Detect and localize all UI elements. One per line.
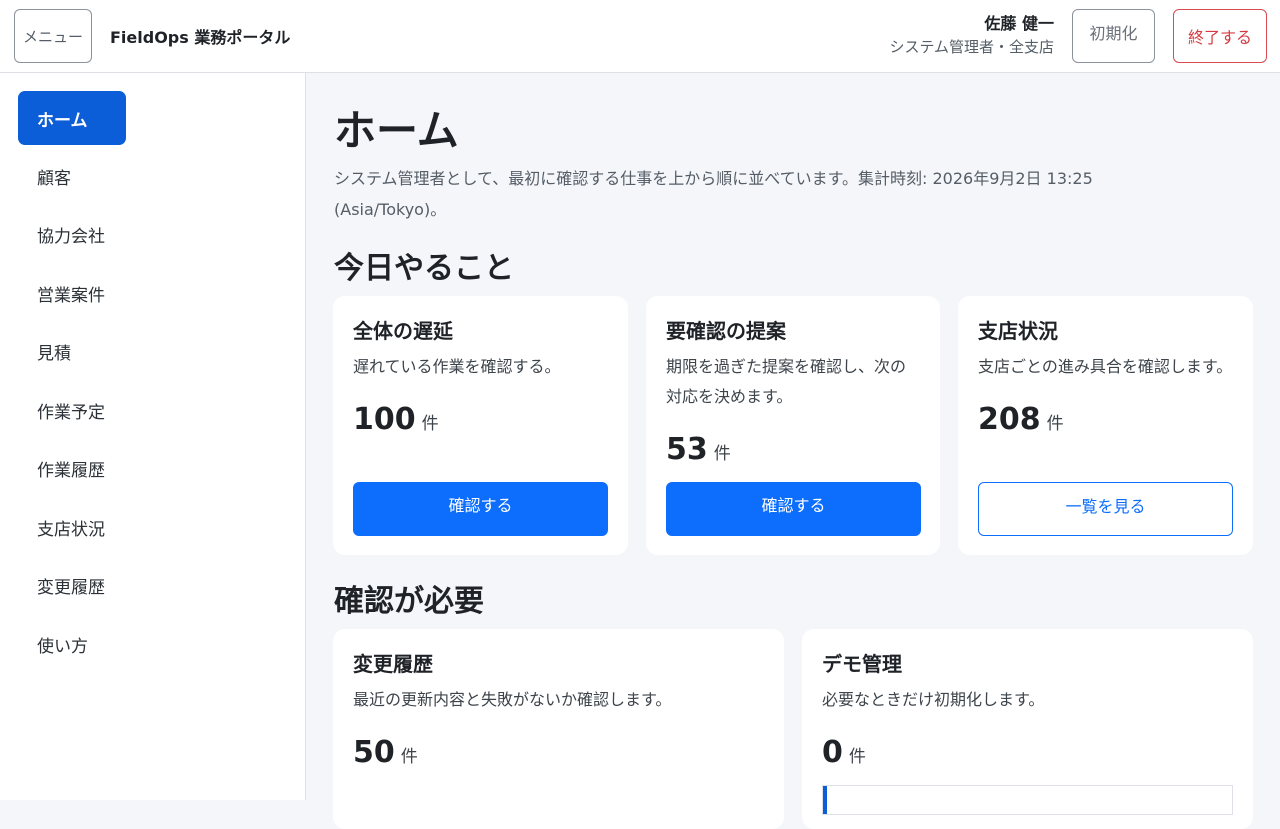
card-title: 変更履歴	[353, 652, 433, 676]
reset-button[interactable]: 初期化	[1072, 9, 1155, 63]
section-title-needs-review: 確認が必要	[334, 584, 484, 619]
card-count: 50 件	[353, 733, 418, 777]
user-role: システム管理者・全支店	[889, 38, 1054, 56]
card-count: 0件	[822, 733, 866, 777]
card-description: 支店ごとの進み具合を確認します。	[978, 357, 1233, 376]
card-count: 53 件	[666, 430, 731, 474]
user-name: 佐藤 健一	[984, 14, 1054, 33]
count-unit: 件	[400, 747, 418, 767]
page-description: システム管理者として、最初に確認する仕事を上から順に並べています。集計時刻: 2…	[334, 169, 1093, 219]
sidebar-item-change-log[interactable]: 変更履歴	[18, 558, 126, 612]
count-unit: 件	[1046, 414, 1064, 434]
user-info: 佐藤 健一 システム管理者・全支店	[889, 12, 1054, 58]
card-pending-proposals: 要確認の提案 期限を過ぎた提案を確認し、次の対応を決めます。 53 件 確認する	[646, 296, 940, 555]
card-description: 必要なときだけ初期化します。	[822, 690, 1045, 709]
count-unit: 件	[848, 747, 866, 767]
card-description: 最近の更新内容と失敗がないか確認します。	[353, 690, 672, 709]
card-description: 期限を過ぎた提案を確認し、次の対応を決めます。	[666, 357, 907, 406]
confirm-delay-button[interactable]: 確認する	[353, 482, 608, 536]
sidebar-item-customers[interactable]: 顧客	[18, 149, 126, 203]
card-title: 要確認の提案	[666, 319, 786, 343]
card-count: 208 件	[978, 400, 1064, 444]
sidebar-item-branch-status[interactable]: 支店状況	[18, 500, 126, 554]
card-overall-delay: 全体の遅延 遅れている作業を確認する。 100 件 確認する	[333, 296, 628, 555]
main-content: ホーム システム管理者として、最初に確認する仕事を上から順に並べています。集計時…	[306, 73, 1280, 829]
card-count: 100 件	[353, 400, 439, 444]
sidebar-item-home[interactable]: ホーム	[18, 91, 126, 145]
card-branch-status: 支店状況 支店ごとの進み具合を確認します。 208 件 一覧を見る	[958, 296, 1253, 555]
demo-progress-fill	[823, 786, 827, 814]
card-description: 遅れている作業を確認する。	[353, 357, 561, 376]
sidebar-item-quotes[interactable]: 見積	[18, 324, 126, 378]
sidebar-item-work-history[interactable]: 作業履歴	[18, 441, 126, 495]
confirm-proposals-button[interactable]: 確認する	[666, 482, 921, 536]
app-title: FieldOps 業務ポータル	[110, 28, 291, 47]
top-header: メニュー FieldOps 業務ポータル 佐藤 健一 システム管理者・全支店 初…	[0, 0, 1280, 73]
count-value: 53	[666, 432, 708, 467]
card-change-log: 変更履歴 最近の更新内容と失敗がないか確認します。 50 件	[333, 629, 784, 829]
page-title: ホーム	[334, 106, 459, 155]
sidebar-item-schedule[interactable]: 作業予定	[18, 383, 126, 437]
count-unit: 件	[713, 444, 731, 464]
menu-button[interactable]: メニュー	[14, 9, 92, 63]
count-value: 208	[978, 402, 1041, 437]
card-title: 全体の遅延	[353, 319, 453, 343]
count-value: 50	[353, 735, 395, 770]
sidebar-item-help[interactable]: 使い方	[18, 617, 126, 671]
card-title: 支店状況	[978, 319, 1058, 343]
section-title-today: 今日やること	[334, 251, 514, 286]
card-title: デモ管理	[822, 652, 902, 676]
count-unit: 件	[421, 414, 439, 434]
sidebar-item-deals[interactable]: 営業案件	[18, 266, 126, 320]
count-value: 0	[822, 735, 843, 770]
count-value: 100	[353, 402, 416, 437]
sidebar-item-partners[interactable]: 協力会社	[18, 207, 126, 261]
logout-button[interactable]: 終了する	[1173, 9, 1267, 63]
sidebar-nav: ホーム 顧客 協力会社 営業案件 見積 作業予定 作業履歴 支店状況 変更履歴 …	[0, 73, 306, 800]
card-demo-admin: デモ管理 必要なときだけ初期化します。 0件	[802, 629, 1253, 829]
view-branch-list-button[interactable]: 一覧を見る	[978, 482, 1233, 536]
demo-progress-bar	[822, 785, 1233, 815]
